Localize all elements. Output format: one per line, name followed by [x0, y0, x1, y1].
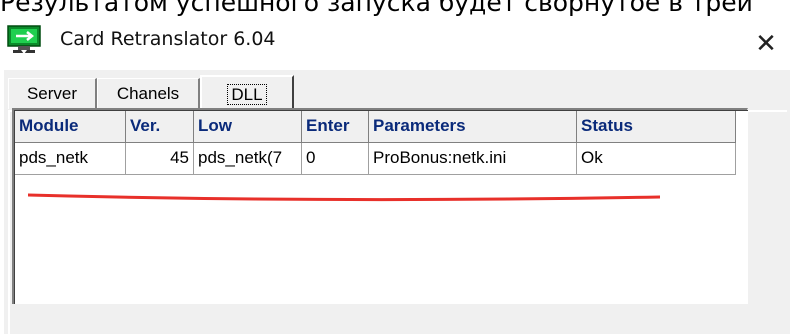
close-icon: ✕ — [755, 29, 777, 59]
cell-ver[interactable]: 45 — [126, 143, 194, 175]
column-header-low[interactable]: Low — [194, 111, 302, 143]
background-caption-text: Результатом успешного запуска будет свор… — [0, 0, 753, 17]
cell-parameters[interactable]: ProBonus:netk.ini — [369, 143, 577, 175]
column-header-enter[interactable]: Enter — [302, 111, 369, 143]
column-header-ver[interactable]: Ver. — [126, 111, 194, 143]
annotation-red-underline — [28, 193, 660, 202]
grid-body: Module Ver. Low Enter Parameters Status … — [14, 110, 748, 304]
window-title: Card Retranslator 6.04 — [60, 28, 276, 50]
app-window: Card Retranslator 6.04 ✕ Server Chanels … — [0, 18, 792, 334]
cell-status[interactable]: Ok — [577, 143, 736, 175]
tab-server-label: Server — [26, 84, 78, 103]
cell-enter[interactable]: 0 — [302, 143, 369, 175]
close-button[interactable]: ✕ — [740, 18, 792, 70]
cell-module[interactable]: pds_netk — [15, 143, 126, 175]
column-header-status[interactable]: Status — [577, 111, 736, 143]
tab-chanels[interactable]: Chanels — [97, 78, 200, 109]
tab-dll-label: DLL — [227, 84, 267, 105]
tab-server[interactable]: Server — [8, 78, 97, 109]
title-bar[interactable]: Card Retranslator 6.04 ✕ — [0, 18, 792, 70]
tab-chanels-label: Chanels — [116, 84, 180, 103]
modules-grid[interactable]: Module Ver. Low Enter Parameters Status … — [12, 108, 748, 304]
column-header-module[interactable]: Module — [15, 111, 126, 143]
tab-dll[interactable]: DLL — [200, 75, 294, 112]
cell-low[interactable]: pds_netk(7 — [194, 143, 302, 175]
app-icon — [7, 25, 41, 54]
column-header-parameters[interactable]: Parameters — [369, 111, 577, 143]
